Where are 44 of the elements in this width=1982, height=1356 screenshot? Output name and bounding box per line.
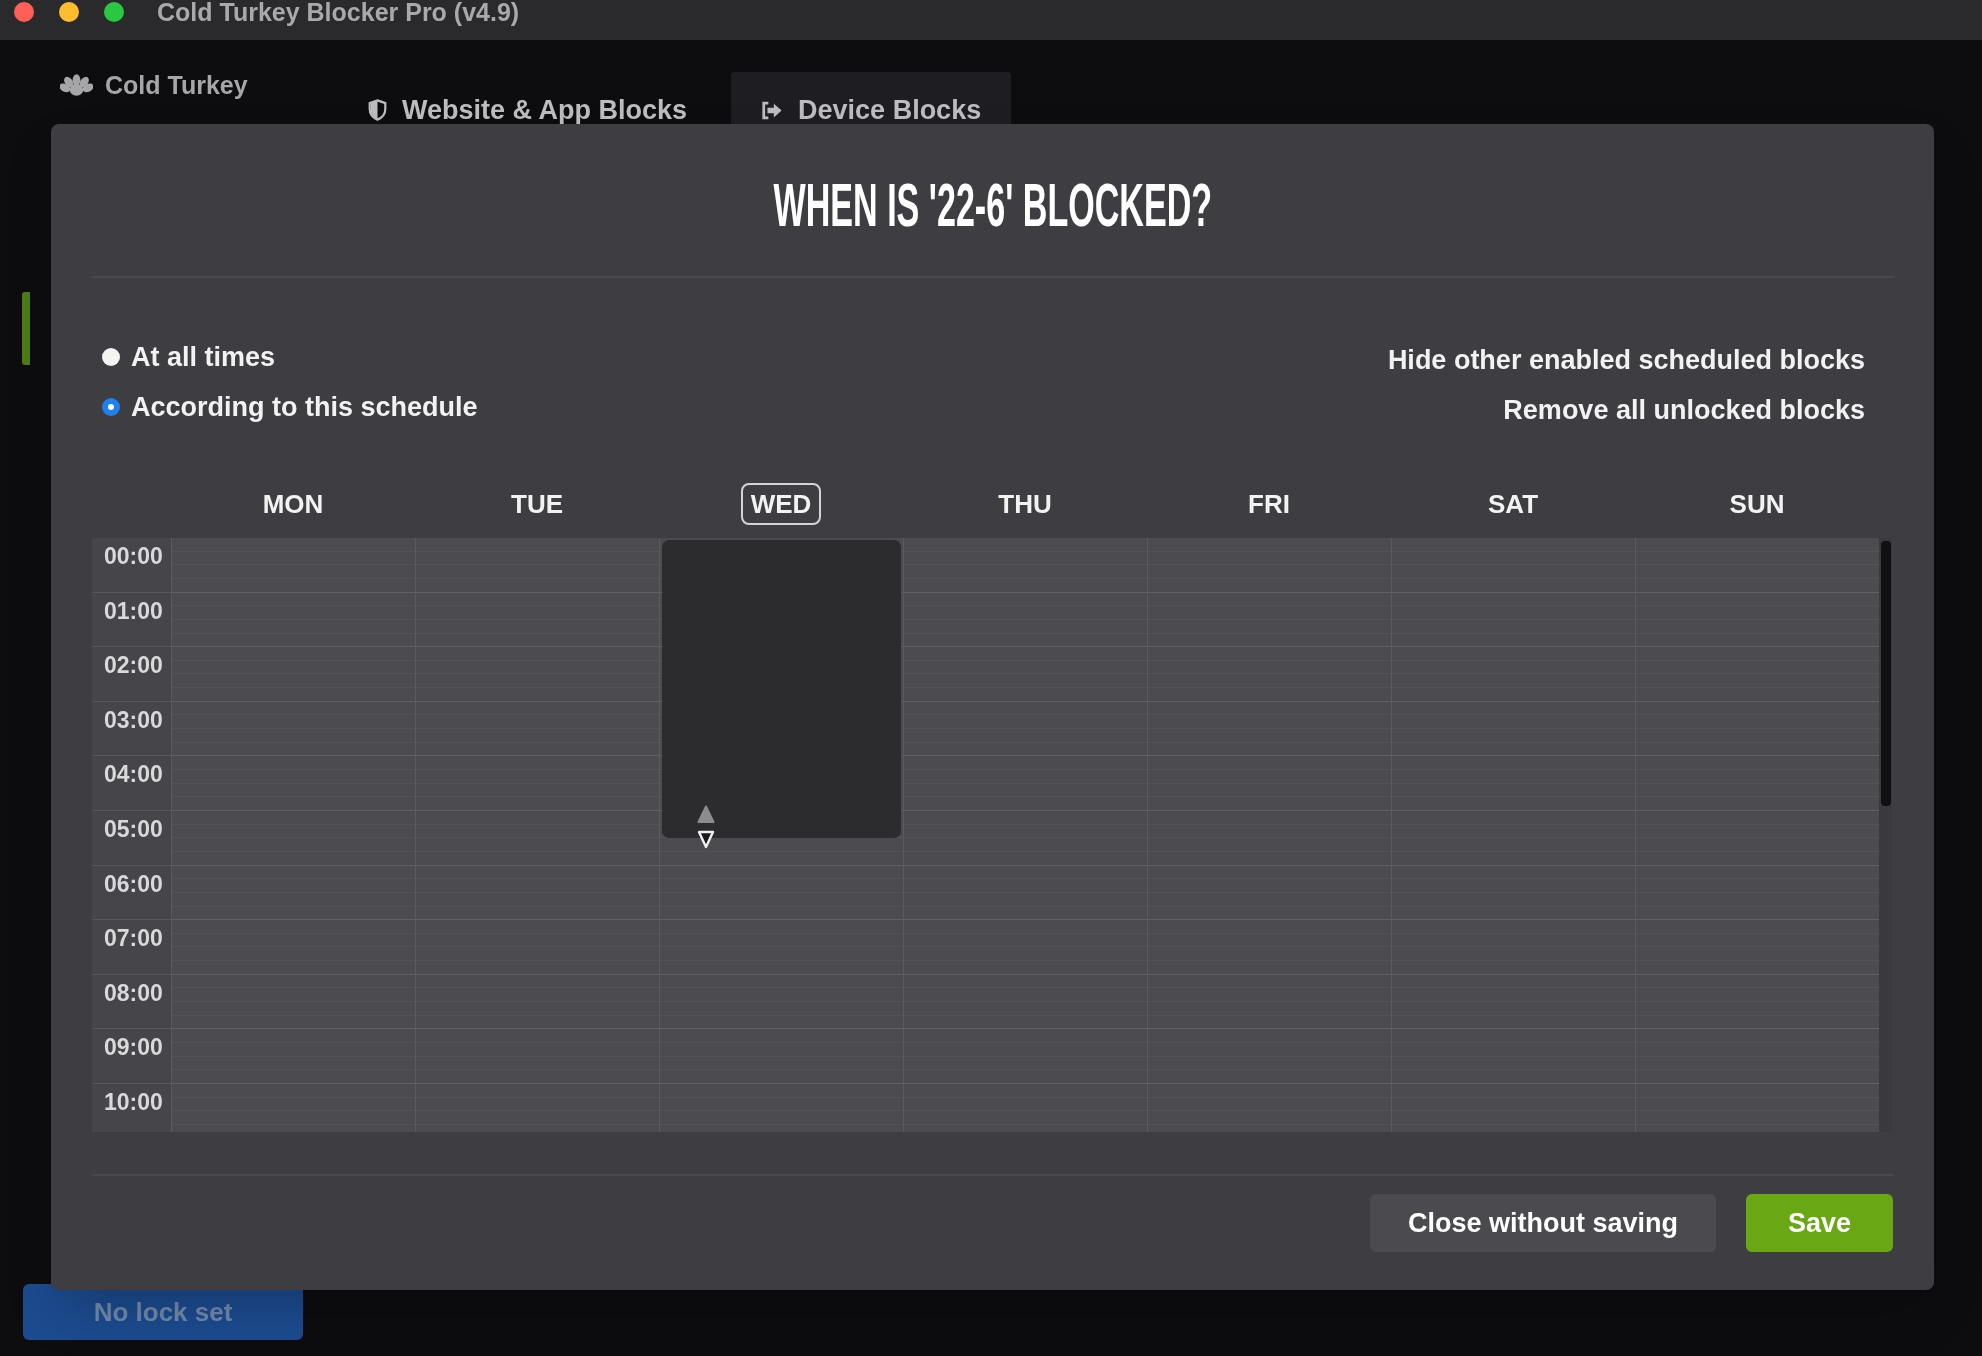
close-window-icon[interactable] — [14, 2, 34, 22]
day-column[interactable] — [415, 538, 659, 1132]
time-label: 05:00 — [104, 814, 164, 843]
action-link[interactable]: Hide other enabled scheduled blocks — [1387, 345, 1865, 375]
exit-arrow-icon — [761, 100, 784, 120]
day-column[interactable] — [1147, 538, 1391, 1132]
radio-icon[interactable] — [102, 398, 120, 416]
radio-option[interactable]: At all times — [102, 342, 478, 372]
action-link[interactable]: Remove all unlocked blocks — [1503, 395, 1865, 425]
tab[interactable]: Website & App Blocks — [338, 72, 718, 124]
day-column[interactable] — [1635, 538, 1879, 1132]
day-column[interactable] — [903, 538, 1147, 1132]
day-header[interactable]: TUE — [501, 483, 573, 525]
zoom-window-icon[interactable] — [104, 2, 124, 22]
time-label: 08:00 — [104, 978, 164, 1007]
logo-name: Cold Turkey — [105, 73, 248, 97]
day-header[interactable]: SAT — [1477, 483, 1549, 525]
day-column[interactable] — [171, 538, 415, 1132]
time-label: 09:00 — [104, 1033, 164, 1062]
day-header[interactable]: WED — [740, 483, 822, 525]
time-label: 07:00 — [104, 924, 164, 953]
day-header[interactable]: SUN — [1719, 483, 1795, 525]
close-button[interactable]: Close without saving — [1369, 1194, 1716, 1252]
time-label: 04:00 — [104, 760, 164, 789]
time-label: 01:00 — [104, 596, 164, 625]
radio-option[interactable]: According to this schedule — [102, 392, 478, 422]
time-label: 10:00 — [104, 1087, 164, 1116]
time-label: 00:00 — [104, 542, 164, 570]
day-column[interactable] — [1391, 538, 1635, 1132]
logo-icon — [60, 74, 93, 96]
resize-handle-icon[interactable] — [697, 804, 715, 849]
scrollbar-thumb[interactable] — [1881, 541, 1891, 806]
day-header[interactable]: FRI — [1238, 483, 1300, 525]
tab[interactable]: Device Blocks — [731, 72, 1012, 124]
dialog-title: WHEN IS '22-6' BLOCKED? — [773, 180, 1212, 230]
time-label: 03:00 — [104, 705, 164, 734]
minimize-window-icon[interactable] — [59, 2, 79, 22]
day-header[interactable]: MON — [252, 483, 334, 525]
time-label: 02:00 — [104, 651, 164, 680]
shield-icon — [368, 99, 387, 121]
radio-icon[interactable] — [102, 348, 120, 366]
time-label: 06:00 — [104, 869, 164, 898]
day-header[interactable]: THU — [988, 483, 1062, 525]
window-title: Cold Turkey Blocker Pro (v4.9) — [157, 0, 520, 24]
